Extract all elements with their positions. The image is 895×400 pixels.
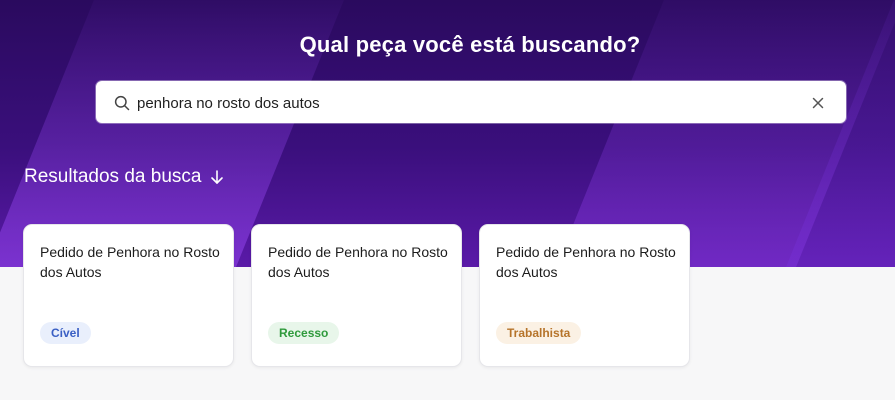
search-input[interactable] <box>137 91 777 115</box>
search-icon <box>114 95 130 111</box>
close-icon[interactable] <box>811 96 825 110</box>
tag-badge: Recesso <box>268 322 340 344</box>
result-card-title: Pedido de Penhora no Rosto dos Autos <box>496 244 676 280</box>
result-card-title: Pedido de Penhora no Rosto dos Autos <box>268 244 448 280</box>
tag-badge: Trabalhista <box>496 322 582 344</box>
result-card[interactable]: Pedido de Penhora no Rosto dos Autos Cív… <box>23 224 234 367</box>
search-box[interactable] <box>96 81 846 123</box>
result-card[interactable]: Pedido de Penhora no Rosto dos Autos Tra… <box>479 224 690 367</box>
page-title: Qual peça você está buscando? <box>299 32 641 57</box>
arrow-down-icon <box>209 169 225 185</box>
result-card[interactable]: Pedido de Penhora no Rosto dos Autos Rec… <box>251 224 462 367</box>
result-card-title: Pedido de Penhora no Rosto dos Autos <box>40 244 220 280</box>
results-heading: Resultados da busca <box>24 166 225 188</box>
results-heading-label: Resultados da busca <box>24 166 202 187</box>
tag-badge: Cível <box>40 322 91 344</box>
